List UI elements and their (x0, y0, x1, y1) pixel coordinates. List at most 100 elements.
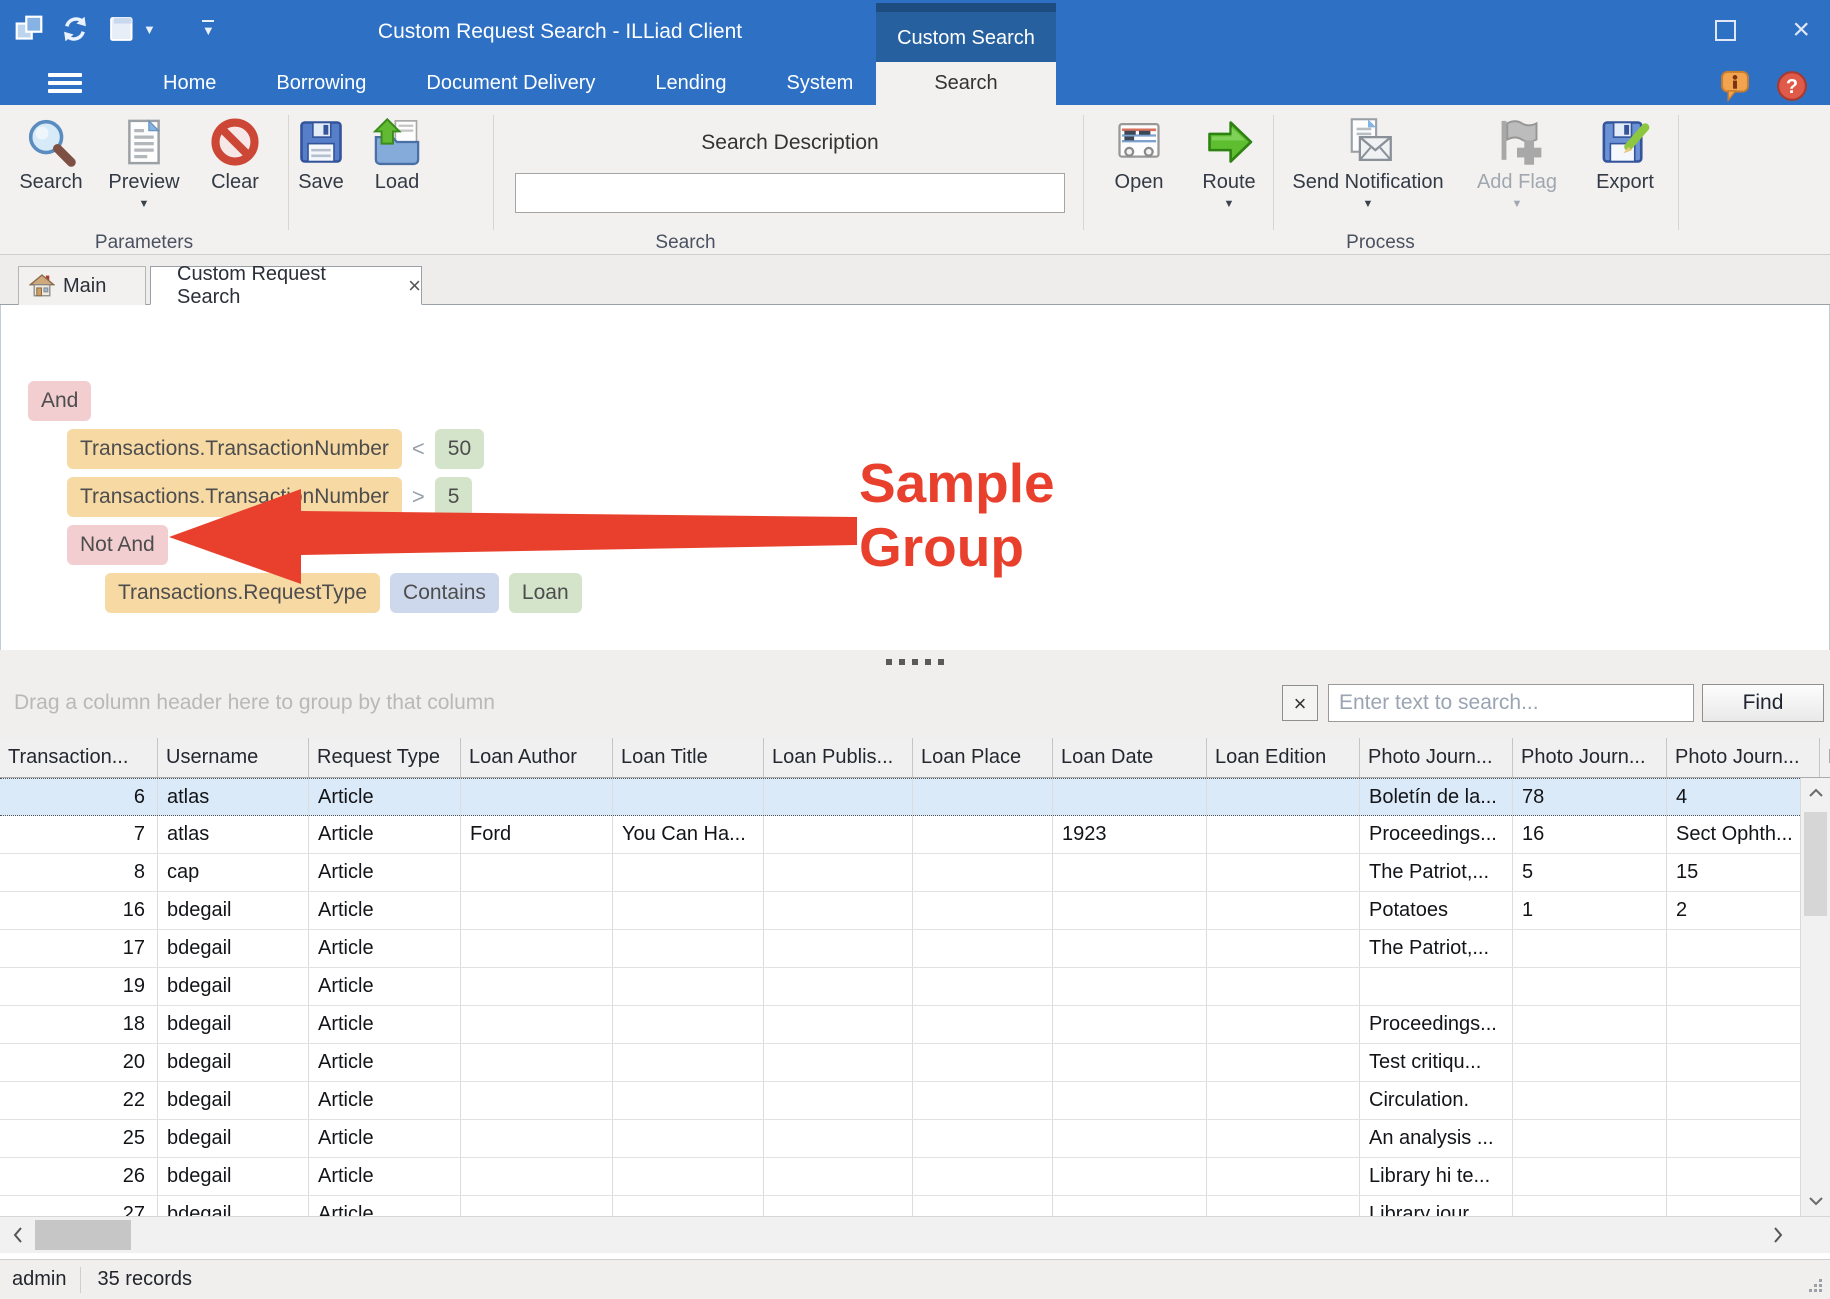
vertical-scrollbar[interactable] (1800, 778, 1830, 1216)
tab-search-active[interactable]: Search (876, 62, 1056, 105)
column-header[interactable]: Loan Date (1053, 738, 1207, 777)
clear-search-button[interactable]: × (1282, 685, 1318, 721)
horizontal-scroll-thumb[interactable] (35, 1220, 131, 1250)
column-header[interactable]: Transaction... (0, 738, 158, 777)
table-row[interactable]: 6atlasArticleBoletín de la...784 (0, 778, 1830, 816)
send-notification-dropdown-icon[interactable]: ▼ (1363, 198, 1374, 210)
cell: You Can Ha... (613, 816, 764, 853)
query-field-chip[interactable]: Transactions.TransactionNumber (67, 477, 402, 517)
query-contains-chip[interactable]: Contains (390, 573, 499, 613)
column-header[interactable]: Request Type (309, 738, 461, 777)
refresh-icon[interactable] (60, 14, 90, 44)
group-label-search: Search (288, 232, 1083, 255)
column-header[interactable]: Loan Publis... (764, 738, 913, 777)
query-value-chip[interactable]: 50 (435, 429, 484, 469)
table-row[interactable]: 26bdegailArticleLibrary hi te... (0, 1158, 1830, 1196)
preview-dropdown-icon[interactable]: ▼ (139, 198, 150, 210)
tab-document-delivery[interactable]: Document Delivery (398, 62, 623, 105)
export-button[interactable]: Export (1580, 112, 1670, 234)
resize-grip-icon[interactable] (1806, 1276, 1824, 1299)
column-header[interactable]: Loan Author (461, 738, 613, 777)
menu-icon[interactable] (48, 73, 82, 97)
scroll-left-icon[interactable] (0, 1217, 35, 1253)
save-button[interactable]: Save (282, 112, 360, 234)
table-row[interactable]: 8capArticleThe Patriot,...515 (0, 854, 1830, 892)
cell (1053, 1158, 1207, 1195)
tab-custom-request-search[interactable]: Custom Request Search × (150, 266, 422, 305)
table-row[interactable]: 25bdegailArticleAn analysis ... (0, 1120, 1830, 1158)
cell (1513, 1196, 1667, 1216)
tab-borrowing[interactable]: Borrowing (248, 62, 394, 105)
switch-windows-icon[interactable] (14, 14, 44, 44)
open-button[interactable]: Open (1096, 112, 1182, 234)
cell (764, 1158, 913, 1195)
open-request-icon (1113, 116, 1165, 168)
open-file-icon[interactable]: ▼ (106, 14, 156, 44)
cell (1667, 1158, 1820, 1195)
cell: Library hi te... (1360, 1158, 1513, 1195)
tab-main[interactable]: Main (18, 266, 146, 305)
info-balloon-icon[interactable] (1720, 70, 1750, 107)
search-description-input[interactable] (515, 173, 1065, 213)
status-record-count: 35 records (81, 1268, 192, 1291)
table-row[interactable]: 20bdegailArticleTest critiqu... (0, 1044, 1830, 1082)
column-header[interactable]: P (1820, 738, 1830, 777)
cell: Article (309, 1082, 461, 1119)
clear-button[interactable]: Clear (192, 112, 278, 234)
query-value-chip[interactable]: Loan (509, 573, 582, 613)
column-header[interactable]: Photo Journ... (1513, 738, 1667, 777)
load-button[interactable]: Load (358, 112, 436, 234)
column-header[interactable]: Loan Title (613, 738, 764, 777)
query-field-chip[interactable]: Transactions.TransactionNumber (67, 429, 402, 469)
table-row[interactable]: 16bdegailArticlePotatoes12 (0, 892, 1830, 930)
group-label-process: Process (1083, 232, 1678, 255)
query-value-chip[interactable]: 5 (435, 477, 473, 517)
send-notification-button[interactable]: Send Notification ▼ (1284, 112, 1452, 234)
table-row[interactable]: 18bdegailArticleProceedings... (0, 1006, 1830, 1044)
route-dropdown-icon[interactable]: ▼ (1224, 198, 1235, 210)
column-header[interactable]: Loan Place (913, 738, 1053, 777)
query-group-operator-chip[interactable]: Not And (67, 525, 168, 565)
maximize-button[interactable] (1715, 20, 1736, 41)
find-button[interactable]: Find (1702, 684, 1824, 722)
scroll-down-icon[interactable] (1801, 1186, 1830, 1216)
search-button[interactable]: Search (6, 112, 96, 234)
column-header[interactable]: Loan Edition (1207, 738, 1360, 777)
horizontal-scrollbar[interactable] (0, 1216, 1830, 1253)
vertical-scroll-thumb[interactable] (1804, 812, 1827, 916)
tab-home[interactable]: Home (135, 62, 244, 105)
tab-lending[interactable]: Lending (627, 62, 754, 105)
table-row[interactable]: 17bdegailArticleThe Patriot,... (0, 930, 1830, 968)
open-file-dropdown-icon[interactable]: ▼ (143, 23, 156, 36)
tab-system[interactable]: System (759, 62, 882, 105)
close-button[interactable]: × (1792, 18, 1810, 42)
cell: The Patriot,... (1360, 930, 1513, 967)
cell (1667, 968, 1820, 1005)
query-operator-text[interactable]: < (412, 436, 425, 462)
table-row[interactable]: 22bdegailArticleCirculation. (0, 1082, 1830, 1120)
cell: Article (309, 892, 461, 929)
column-header[interactable]: Username (158, 738, 309, 777)
query-field-chip[interactable]: Transactions.RequestType (105, 573, 380, 613)
customize-toolbar-icon[interactable]: ▼ (202, 20, 215, 38)
cell: Proceedings... (1360, 1006, 1513, 1043)
query-root-operator-chip[interactable]: And (28, 381, 91, 421)
cell (913, 930, 1053, 967)
tab-close-icon[interactable]: × (408, 275, 421, 297)
cell: Article (309, 1044, 461, 1081)
table-row[interactable]: 7atlasArticleFordYou Can Ha...1923Procee… (0, 816, 1830, 854)
cell (1513, 930, 1667, 967)
splitter-handle[interactable] (0, 650, 1830, 668)
scroll-right-icon[interactable] (1760, 1217, 1795, 1253)
preview-button[interactable]: Preview ▼ (98, 112, 190, 234)
table-row[interactable]: 19bdegailArticle (0, 968, 1830, 1006)
query-operator-text[interactable]: > (412, 484, 425, 510)
table-row[interactable]: 27bdegailArticleLibrary jour... (0, 1196, 1830, 1216)
column-header[interactable]: Photo Journ... (1667, 738, 1820, 777)
route-button[interactable]: Route ▼ (1186, 112, 1272, 234)
scroll-up-icon[interactable] (1801, 778, 1830, 808)
grid-search-input[interactable] (1328, 684, 1694, 722)
help-icon[interactable]: ? (1776, 70, 1808, 107)
cell (613, 779, 764, 815)
column-header[interactable]: Photo Journ... (1360, 738, 1513, 777)
